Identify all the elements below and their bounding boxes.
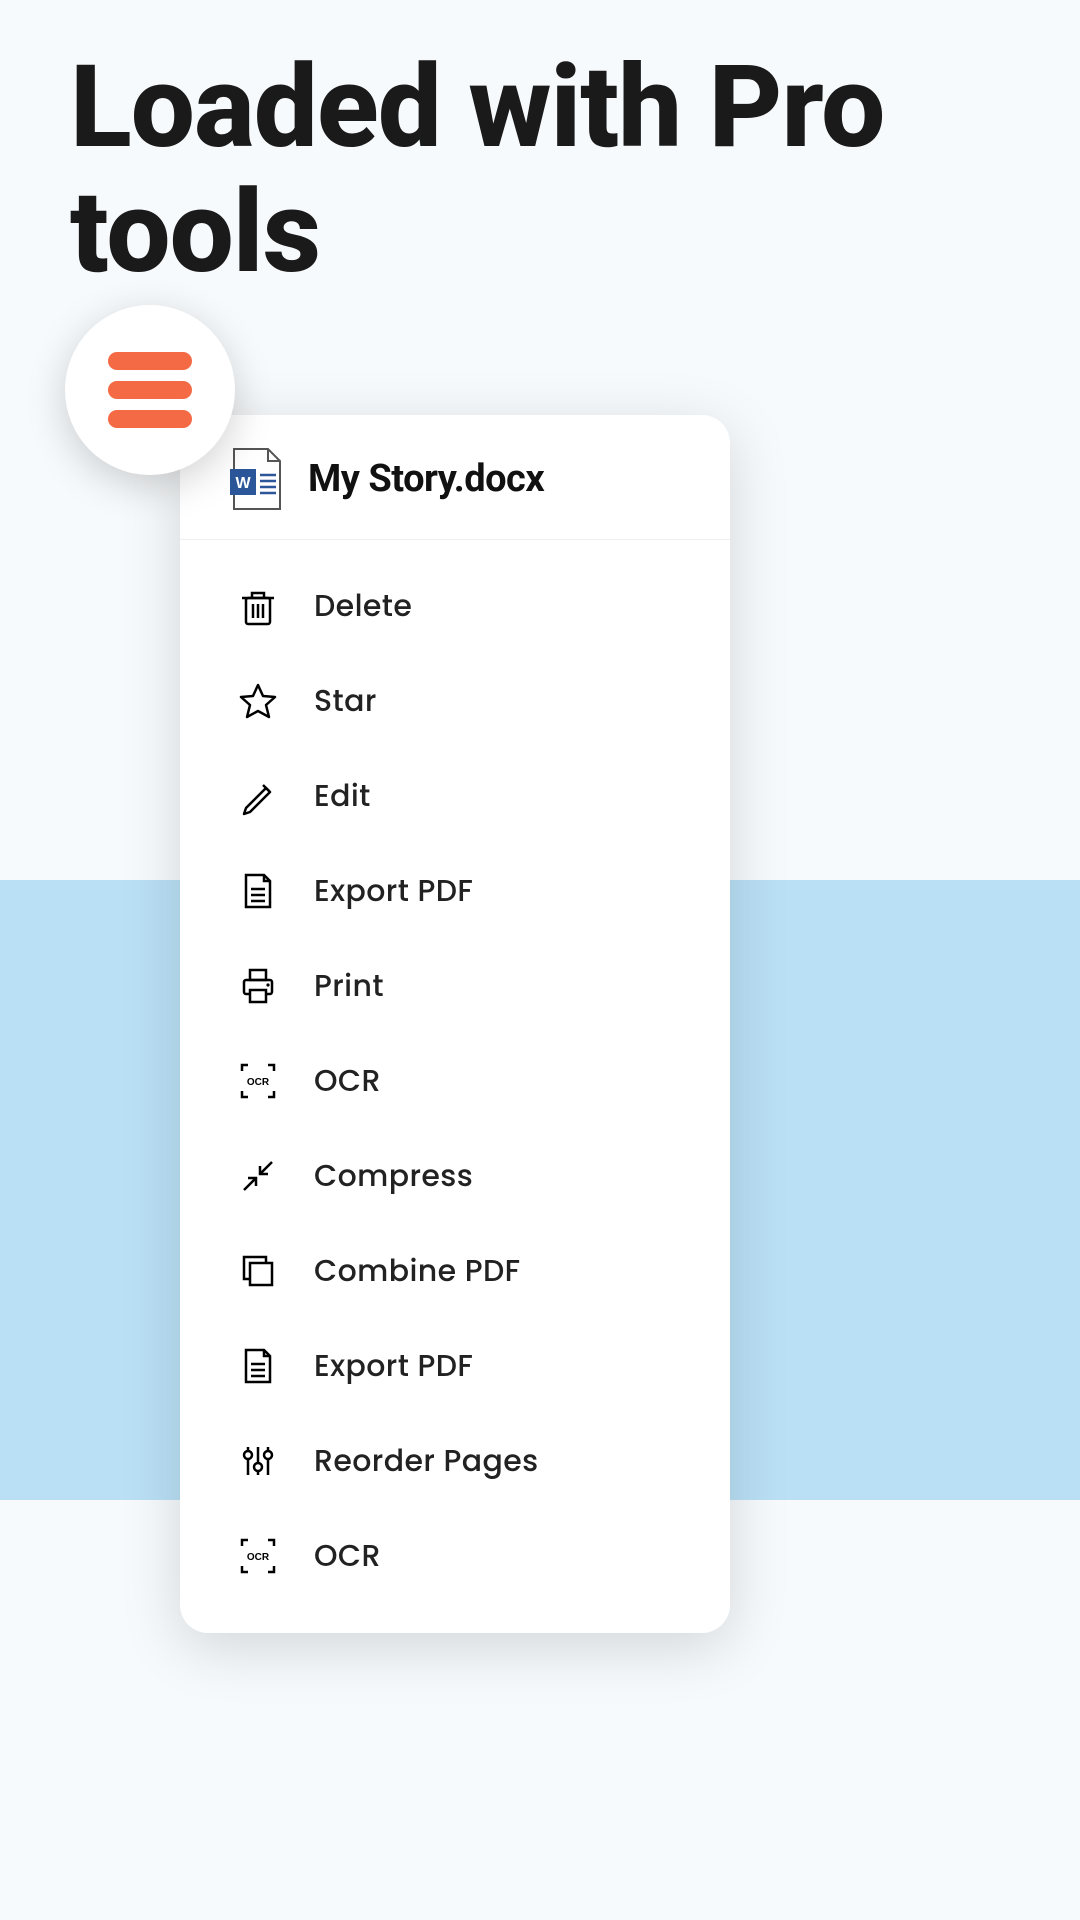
action-ocr[interactable]: OCR: [180, 1033, 730, 1128]
ocr-icon: [238, 1536, 278, 1576]
action-label: Delete: [314, 583, 412, 629]
action-label: OCR: [314, 1533, 381, 1579]
file-title: My Story.docx: [308, 457, 544, 501]
reorder-icon: [238, 1441, 278, 1481]
action-delete[interactable]: Delete: [180, 558, 730, 653]
edit-icon: [238, 776, 278, 816]
action-label: OCR: [314, 1058, 381, 1104]
export-pdf-icon: [238, 871, 278, 911]
page-title: Loaded with Pro tools: [70, 45, 1080, 296]
svg-text:W: W: [235, 475, 251, 492]
action-edit[interactable]: Edit: [180, 748, 730, 843]
action-reorder-pages[interactable]: Reorder Pages: [180, 1413, 730, 1508]
action-label: Export PDF: [314, 1343, 473, 1389]
action-combine-pdf[interactable]: Combine PDF: [180, 1223, 730, 1318]
action-ocr[interactable]: OCR: [180, 1508, 730, 1603]
action-export-pdf[interactable]: Export PDF: [180, 843, 730, 938]
panel-header: W My Story.docx: [180, 415, 730, 540]
word-doc-icon: W: [230, 447, 282, 511]
ocr-icon: [238, 1061, 278, 1101]
action-print[interactable]: Print: [180, 938, 730, 1033]
print-icon: [238, 966, 278, 1006]
actions-panel: W My Story.docx Delete Star Edit Export PDF…: [180, 415, 730, 1633]
action-label: Compress: [314, 1153, 473, 1199]
action-label: Edit: [314, 773, 371, 819]
action-compress[interactable]: Compress: [180, 1128, 730, 1223]
menu-button[interactable]: [65, 305, 235, 475]
action-label: Star: [314, 678, 377, 724]
combine-icon: [238, 1251, 278, 1291]
action-star[interactable]: Star: [180, 653, 730, 748]
actions-list: Delete Star Edit Export PDF Print OCR Compress…: [180, 540, 730, 1633]
action-label: Combine PDF: [314, 1248, 521, 1294]
compress-icon: [238, 1156, 278, 1196]
action-label: Export PDF: [314, 868, 473, 914]
star-icon: [238, 681, 278, 721]
hamburger-icon: [108, 352, 192, 370]
export-pdf-icon: [238, 1346, 278, 1386]
action-label: Reorder Pages: [314, 1438, 539, 1484]
trash-icon: [238, 586, 278, 626]
action-export-pdf[interactable]: Export PDF: [180, 1318, 730, 1413]
action-label: Print: [314, 963, 384, 1009]
